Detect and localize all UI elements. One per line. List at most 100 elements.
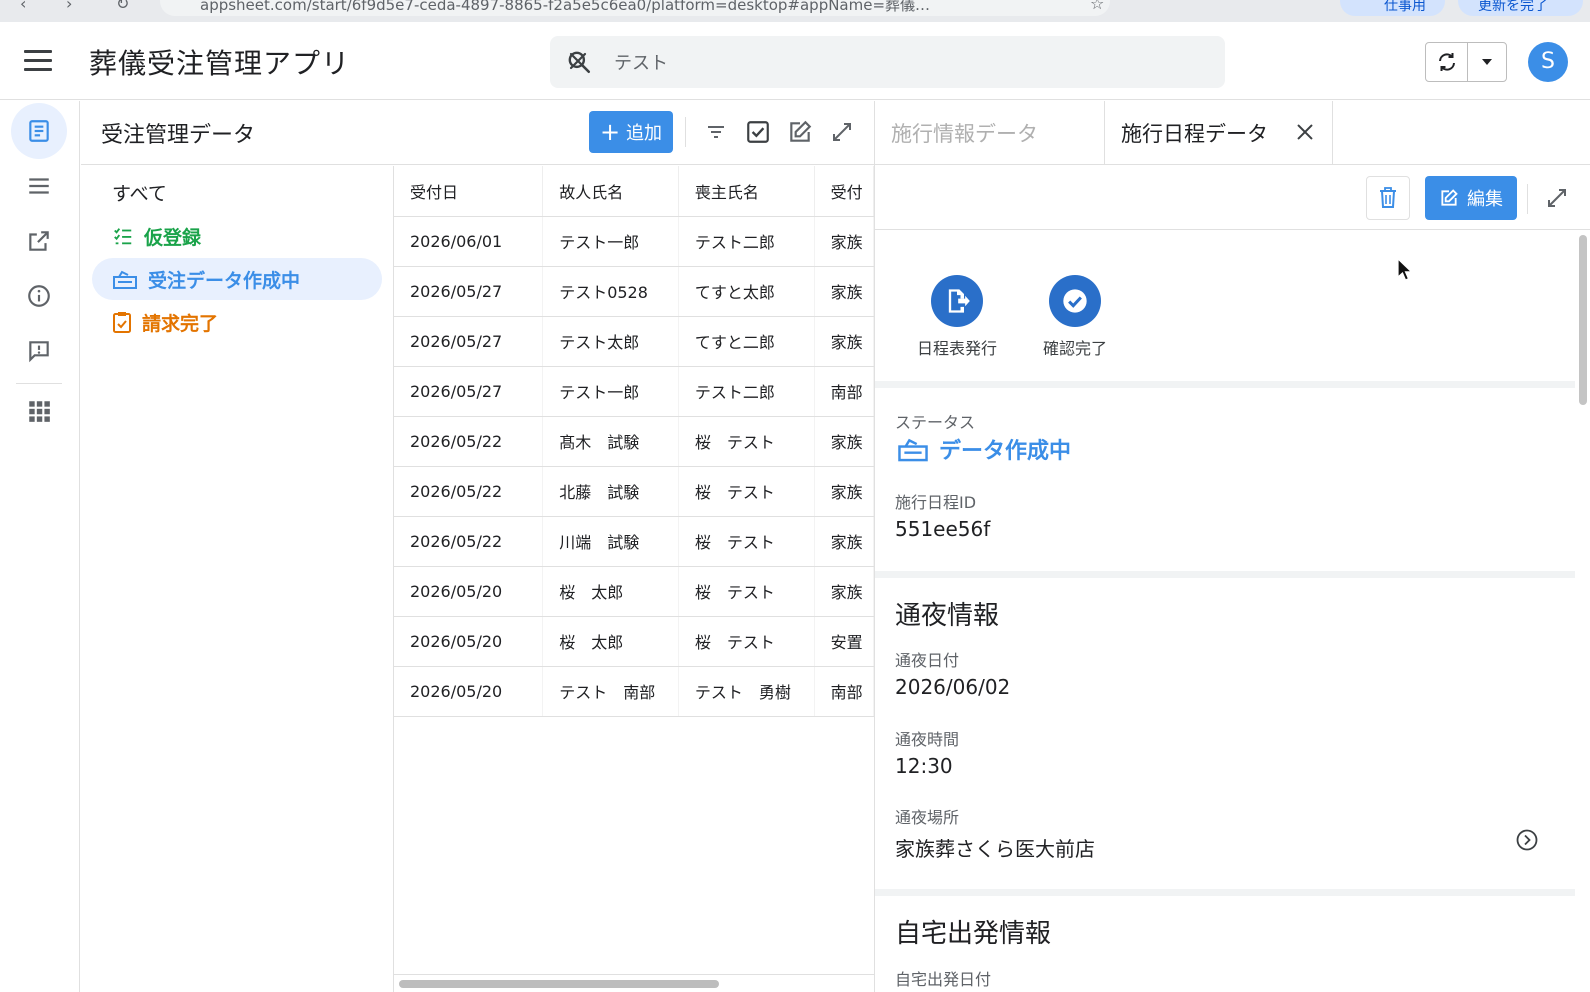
cell: てすと太郎 — [678, 266, 815, 317]
cell: 桜 太郎 — [542, 616, 679, 667]
filter-label: 仮登録 — [144, 226, 202, 249]
forward-icon[interactable]: › — [66, 0, 72, 13]
filter-billed[interactable]: 請求完了 — [92, 301, 382, 343]
plus-icon: + — [599, 118, 621, 146]
apps-grid-icon — [29, 401, 50, 422]
scrollbar-thumb[interactable] — [399, 980, 719, 988]
filter-label: 請求完了 — [142, 312, 219, 335]
confirm-done-action[interactable]: 確認完了 — [1015, 275, 1135, 359]
browser-url-bar[interactable]: appsheet.com/start/6f9d5e7-ceda-4897-886… — [160, 0, 1110, 16]
tab-execution-info[interactable]: 施行情報データ — [875, 101, 1104, 165]
filter-label: 受注データ作成中 — [148, 269, 301, 292]
nav-rail — [0, 101, 80, 992]
column-header[interactable]: 受付 — [814, 166, 874, 217]
caret-down-icon — [1482, 59, 1492, 65]
cell: テスト一郎 — [542, 366, 679, 417]
filter-icon — [708, 126, 724, 138]
departure-date-label: 自宅出発日付 — [895, 970, 992, 989]
action-icon-circle — [931, 275, 983, 327]
table-row[interactable]: 2026/05/27 テスト太郎 てすと二郎 家族 — [394, 316, 874, 367]
rail-item-open-external[interactable] — [11, 213, 67, 269]
table-row[interactable]: 2026/05/22 北藤 試験桜 テスト 家族 — [394, 466, 874, 517]
issue-schedule-action[interactable]: 日程表発行 — [897, 275, 1017, 359]
sync-control — [1425, 42, 1507, 82]
browser-chrome: ‹ › ↻ appsheet.com/start/6f9d5e7-ceda-48… — [0, 0, 1590, 22]
cell: 2026/05/22 — [394, 466, 544, 517]
app-title: 葬儀受注管理アプリ — [89, 47, 351, 80]
mouse-cursor-icon — [1397, 258, 1413, 281]
expand-list-button[interactable] — [825, 115, 859, 149]
table-row[interactable]: 2026/05/20 テスト 南部 テスト 勇樹 南部 — [394, 666, 874, 717]
cell: 家族 — [814, 216, 874, 267]
select-button[interactable] — [741, 115, 775, 149]
reload-icon[interactable]: ↻ — [116, 0, 129, 13]
table-horizontal-scrollbar[interactable] — [394, 974, 874, 992]
cell: 2026/05/27 — [394, 266, 544, 317]
edit-icon — [1441, 189, 1458, 206]
table-row[interactable]: 2026/05/22 川端 試験桜 テスト 家族 — [394, 516, 874, 567]
bookmark-star-icon[interactable]: ☆ — [1090, 0, 1104, 13]
avatar[interactable]: S — [1528, 42, 1568, 82]
menu-icon[interactable] — [24, 50, 52, 72]
rail-item-feedback[interactable] — [11, 323, 67, 379]
back-icon[interactable]: ‹ — [20, 0, 26, 13]
add-button[interactable]: + 追加 — [589, 111, 673, 153]
bulk-edit-button[interactable] — [783, 115, 817, 149]
cell: 2026/05/20 — [394, 666, 544, 717]
edit-button[interactable]: 編集 — [1425, 176, 1517, 220]
cell: テスト太郎 — [542, 316, 679, 367]
wake-place-value[interactable]: 家族葬さくら医大前店 — [895, 833, 1095, 862]
filter-provisional[interactable]: 仮登録 — [92, 215, 382, 257]
table-row[interactable]: 2026/05/20 桜 太郎桜 テスト 安置 — [394, 616, 874, 667]
chevron-right-circle-icon[interactable] — [1515, 828, 1539, 852]
rail-item-menu[interactable] — [11, 158, 67, 214]
table-row[interactable]: 2026/05/22 髙木 試験桜 テスト 家族 — [394, 416, 874, 467]
expand-detail-button[interactable] — [1539, 180, 1575, 216]
filter-in-progress[interactable]: 受注データ作成中 — [92, 258, 382, 300]
rail-item-info[interactable] — [11, 268, 67, 324]
table-row[interactable]: 2026/06/01 テスト一郎 テスト二郎 家族 — [394, 216, 874, 267]
schedule-id-value: 551ee56f — [895, 517, 991, 541]
cell: 2026/06/01 — [394, 216, 544, 267]
status-value: データ作成中 — [897, 433, 1071, 465]
cell: 家族 — [814, 316, 874, 367]
profile-chip[interactable]: 仕事用 — [1340, 0, 1445, 16]
inbox-hand-icon — [898, 438, 928, 462]
table-row[interactable]: 2026/05/27 テスト一郎 テスト二郎 南部 — [394, 366, 874, 417]
detail-vertical-scrollbar[interactable] — [1577, 233, 1589, 992]
clear-search-icon[interactable] — [566, 49, 590, 73]
close-tab-icon[interactable] — [1294, 121, 1316, 143]
column-header[interactable]: 故人氏名 — [542, 166, 679, 217]
filter-label: すべて — [112, 182, 167, 205]
delete-button[interactable] — [1366, 176, 1410, 220]
trash-icon — [1380, 187, 1396, 208]
cell: 南部 — [814, 366, 874, 417]
scrollbar-thumb[interactable] — [1579, 235, 1587, 405]
toolbar-divider — [685, 117, 686, 147]
table-row[interactable]: 2026/05/27 テスト0528 てすと太郎 家族 — [394, 266, 874, 317]
tab-schedule-data[interactable]: 施行日程データ — [1104, 101, 1333, 165]
filter-button[interactable] — [699, 115, 733, 149]
cell: 家族 — [814, 266, 874, 317]
rail-item-apps[interactable] — [11, 383, 67, 439]
wake-time-value: 12:30 — [895, 754, 953, 778]
cell: 安置 — [814, 616, 874, 667]
cell: 桜 テスト — [678, 416, 815, 467]
cell: 家族 — [814, 516, 874, 567]
wake-place-label: 通夜場所 — [895, 808, 960, 827]
filter-all[interactable]: すべて — [92, 171, 382, 213]
cell: 桜 テスト — [678, 516, 815, 567]
table-row[interactable]: 2026/05/20 桜 太郎桜 テスト 家族 — [394, 566, 874, 617]
cell: てすと二郎 — [678, 316, 815, 367]
sync-dropdown-button[interactable] — [1468, 43, 1506, 81]
cell: 2026/05/22 — [394, 416, 544, 467]
wake-date-value: 2026/06/02 — [895, 675, 1011, 699]
section-divider — [875, 381, 1575, 388]
rail-item-orders[interactable] — [11, 103, 67, 159]
sync-button[interactable] — [1426, 43, 1468, 81]
search-input[interactable] — [614, 48, 1154, 76]
update-chip[interactable]: 更新を完了 — [1458, 0, 1583, 16]
column-header[interactable]: 受付日 — [394, 166, 544, 217]
detail-content: 日程表発行 確認完了 ステータス データ作成中 施行日程ID 551ee56f … — [875, 231, 1575, 992]
column-header[interactable]: 喪主氏名 — [678, 166, 815, 217]
